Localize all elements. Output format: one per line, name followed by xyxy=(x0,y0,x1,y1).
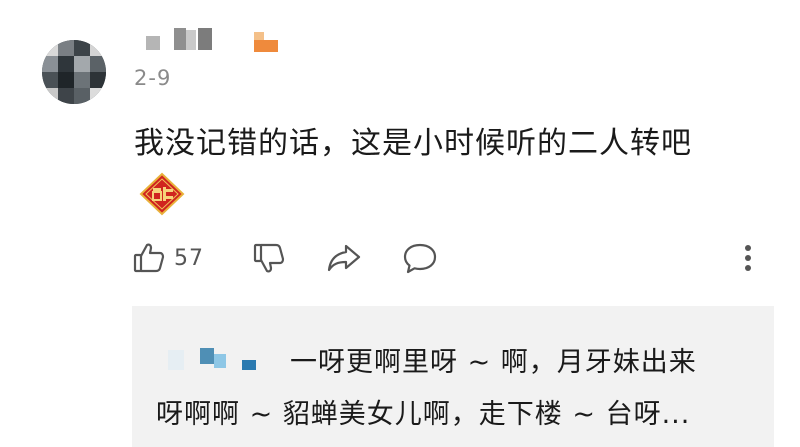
like-button[interactable]: 57 xyxy=(132,236,204,280)
reply-preview[interactable]: 一呀更啊里呀 ~ 啊，月牙妹出来 呀啊啊 ~ 貂蝉美女儿啊，走下楼 ~ 台呀..… xyxy=(132,306,774,447)
reply-text-line-2: 呀啊啊 ~ 貂蝉美女儿啊，走下楼 ~ 台呀... xyxy=(156,399,691,430)
share-icon xyxy=(326,241,362,275)
more-vertical-icon xyxy=(738,241,758,275)
avatar[interactable] xyxy=(42,40,106,104)
reply-button[interactable] xyxy=(402,236,438,280)
comment-actions: 57 xyxy=(132,236,772,280)
comment-text: 我没记错的话，这是小时候听的二人转吧 xyxy=(134,126,692,161)
dislike-button[interactable] xyxy=(252,236,286,280)
fu-sticker-icon xyxy=(138,172,186,216)
thumbs-down-icon xyxy=(252,241,286,275)
reply-text-line-1: 一呀更啊里呀 ~ 啊，月牙妹出来 xyxy=(290,347,697,378)
share-button[interactable] xyxy=(326,236,362,280)
more-button[interactable] xyxy=(738,236,758,280)
reply-username-redacted[interactable] xyxy=(168,344,258,372)
comment-bubble-icon xyxy=(402,241,438,275)
thumbs-up-icon xyxy=(132,241,166,275)
comment-date: 2-9 xyxy=(134,66,172,90)
like-count: 57 xyxy=(174,245,204,271)
username-redacted[interactable] xyxy=(142,24,292,56)
